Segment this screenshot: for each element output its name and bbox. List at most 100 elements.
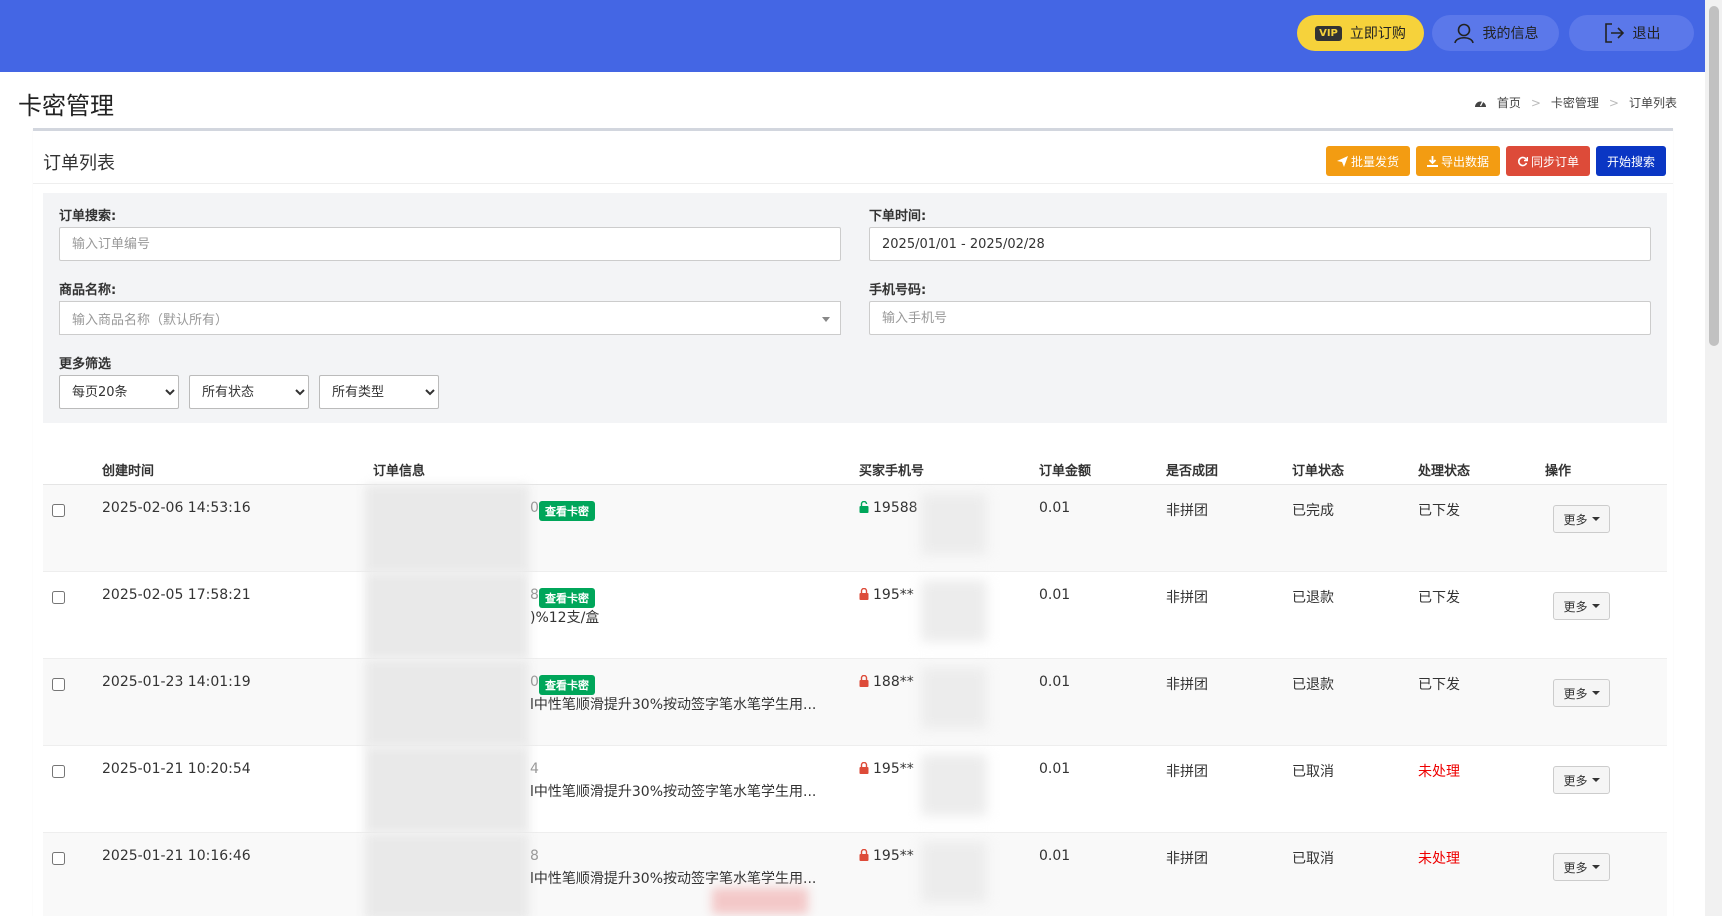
- order-status: 已退款: [1292, 677, 1334, 693]
- product-description: l中性笔顺滑提升30%按动签字笔水笔学生用...: [530, 784, 817, 800]
- blurred-order-info: [365, 746, 529, 833]
- table-row: 2025-02-05 17:58:21 8 查看卡密 )%12支/盒 195** 0.01…: [43, 572, 1667, 659]
- refresh-icon: [1517, 156, 1528, 166]
- buyer-phone: 195**: [859, 848, 914, 864]
- row-checkbox[interactable]: [52, 852, 65, 865]
- buyer-phone: 188**: [859, 674, 914, 690]
- blurred-phone: [921, 754, 987, 816]
- buyer-phone: 19588: [859, 500, 918, 516]
- order-search-input[interactable]: [59, 227, 841, 261]
- group-buy-status: 非拼团: [1166, 764, 1208, 780]
- order-amount: 0.01: [1039, 587, 1071, 603]
- chevron-down-icon: [822, 317, 830, 322]
- product-description: l中性笔顺滑提升30%按动签字笔水笔学生用...: [530, 697, 817, 713]
- logout-label: 退出: [1632, 26, 1661, 42]
- scrollbar-thumb[interactable]: [1709, 6, 1719, 346]
- blurred-content: [712, 888, 808, 914]
- table-row: 2025-01-21 10:16:46 8 l中性笔顺滑提升30%按动签字笔水笔学生…: [43, 833, 1667, 916]
- status-select[interactable]: 所有状态: [189, 375, 309, 409]
- col-order-status: 订单状态: [1292, 464, 1345, 479]
- process-status: 已下发: [1418, 503, 1460, 519]
- my-info-label: 我的信息: [1482, 26, 1539, 42]
- order-time-label: 下单时间:: [869, 209, 927, 224]
- order-number-tail: 8: [530, 587, 539, 603]
- more-actions-button[interactable]: 更多: [1553, 766, 1610, 794]
- lock-icon: [859, 588, 869, 600]
- order-status: 已完成: [1292, 503, 1334, 519]
- more-actions-button[interactable]: 更多: [1553, 505, 1610, 533]
- order-amount: 0.01: [1039, 761, 1071, 777]
- vip-icon: VIP: [1315, 25, 1342, 41]
- group-buy-status: 非拼团: [1166, 851, 1208, 867]
- created-time: 2025-02-05 17:58:21: [102, 587, 251, 603]
- breadcrumb-card-management[interactable]: 卡密管理: [1551, 94, 1599, 111]
- batch-ship-button[interactable]: 批量发货: [1326, 146, 1410, 176]
- more-filters-label: 更多筛选: [59, 357, 112, 372]
- my-info-button[interactable]: 我的信息: [1432, 15, 1559, 51]
- type-select[interactable]: 所有类型: [319, 375, 439, 409]
- blurred-phone: [921, 580, 987, 642]
- caret-down-icon: [1591, 865, 1600, 869]
- phone-text: 195**: [873, 848, 914, 864]
- subscribe-button[interactable]: VIP 立即订购: [1297, 15, 1424, 51]
- group-buy-status: 非拼团: [1166, 590, 1208, 606]
- more-actions-button[interactable]: 更多: [1553, 592, 1610, 620]
- table-header: 创建时间 订单信息 买家手机号 订单金额 是否成团 订单状态 处理状态 操作: [43, 447, 1667, 485]
- col-group-buy: 是否成团: [1166, 464, 1219, 479]
- table-row: 2025-01-21 10:20:54 4 l中性笔顺滑提升30%按动签字笔水笔学生…: [43, 746, 1667, 833]
- col-buyer-phone: 买家手机号: [859, 464, 925, 479]
- order-amount: 0.01: [1039, 848, 1071, 864]
- order-amount: 0.01: [1039, 500, 1071, 516]
- product-description: )%12支/盒: [530, 610, 600, 626]
- lock-icon: [859, 675, 869, 687]
- export-data-button[interactable]: 导出数据: [1416, 146, 1500, 176]
- sync-orders-button[interactable]: 同步订单: [1506, 146, 1590, 176]
- product-name-select[interactable]: 输入商品名称（默认所有）: [59, 301, 841, 335]
- buyer-phone: 195**: [859, 761, 914, 777]
- process-status: 已下发: [1418, 590, 1460, 606]
- start-search-button[interactable]: 开始搜索: [1596, 146, 1666, 176]
- breadcrumb-separator: >: [1608, 95, 1619, 110]
- caret-down-icon: [1591, 778, 1600, 782]
- row-checkbox[interactable]: [52, 504, 65, 517]
- process-status: 未处理: [1418, 851, 1460, 867]
- panel-divider: [33, 183, 1673, 184]
- order-status: 已退款: [1292, 590, 1334, 606]
- logout-button[interactable]: 退出: [1569, 15, 1694, 51]
- order-number-tail: 0: [530, 674, 539, 690]
- download-icon: [1426, 155, 1438, 167]
- process-status: 已下发: [1418, 677, 1460, 693]
- blurred-phone: [921, 493, 987, 555]
- phone-text: 19588: [873, 500, 918, 516]
- row-checkbox[interactable]: [52, 765, 65, 778]
- phone-text: 188**: [873, 674, 914, 690]
- row-checkbox[interactable]: [52, 678, 65, 691]
- per-page-select[interactable]: 每页20条: [59, 375, 179, 409]
- page-title: 卡密管理: [18, 92, 114, 120]
- more-actions-button[interactable]: 更多: [1553, 679, 1610, 707]
- more-actions-button[interactable]: 更多: [1553, 853, 1610, 881]
- order-list-panel: 订单列表 批量发货 导出数据 同步订单 开始搜索 订单搜索: 下单时间: 商品名…: [33, 128, 1673, 916]
- view-card-button[interactable]: 查看卡密: [539, 501, 595, 521]
- paper-plane-icon: [1336, 155, 1348, 167]
- phone-text: 195**: [873, 587, 914, 603]
- view-card-button[interactable]: 查看卡密: [539, 588, 595, 608]
- breadcrumb-separator: >: [1530, 95, 1541, 110]
- order-number-tail: 4: [530, 761, 539, 777]
- created-time: 2025-02-06 14:53:16: [102, 500, 251, 516]
- created-time: 2025-01-21 10:16:46: [102, 848, 251, 864]
- phone-number-input[interactable]: [869, 301, 1651, 335]
- breadcrumb-home[interactable]: 首页: [1497, 94, 1521, 111]
- order-search-label: 订单搜索:: [59, 209, 117, 224]
- row-checkbox[interactable]: [52, 591, 65, 604]
- order-time-range-input[interactable]: [869, 227, 1651, 261]
- product-description: l中性笔顺滑提升30%按动签字笔水笔学生用...: [530, 871, 817, 887]
- product-name-placeholder: 输入商品名称（默认所有）: [72, 312, 229, 328]
- table-row: 2025-01-23 14:01:19 0 查看卡密 l中性笔顺滑提升30%按动签字笔…: [43, 659, 1667, 746]
- view-card-button[interactable]: 查看卡密: [539, 675, 595, 695]
- blurred-order-info: [365, 572, 529, 659]
- col-order-amount: 订单金额: [1039, 464, 1092, 479]
- dashboard-icon: [1474, 100, 1486, 107]
- page-scrollbar[interactable]: [1705, 0, 1722, 916]
- process-status: 未处理: [1418, 764, 1460, 780]
